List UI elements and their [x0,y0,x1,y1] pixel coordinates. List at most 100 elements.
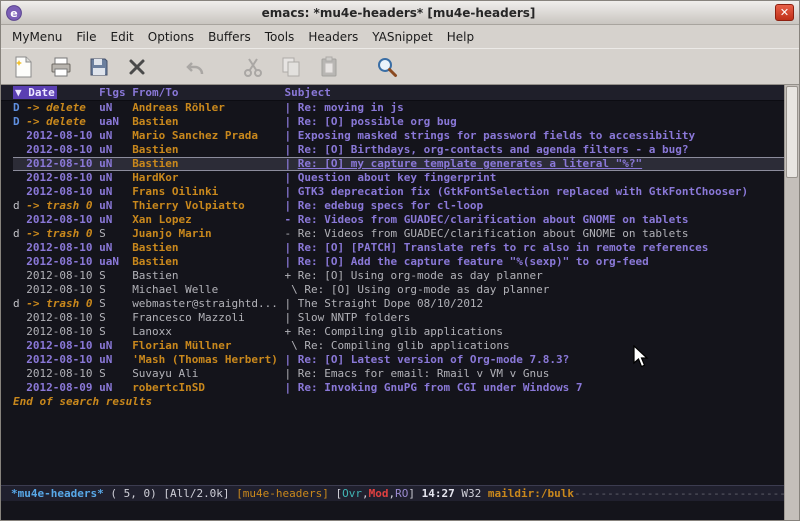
menu-tools[interactable]: Tools [258,28,302,46]
from-cell: HardKor [132,171,284,185]
subject-cell: \ Re: Compiling glib applications [285,339,785,353]
scrollbar-thumb[interactable] [786,86,798,178]
date-cell: -> trash 0 [26,297,99,311]
undo-button[interactable] [181,53,209,81]
from-cell: Bastien [132,269,284,283]
thread-separator: | [285,367,298,380]
subject-cell: | Re: [O] Latest version of Org-mode 7.8… [285,353,785,367]
mark-cell [13,311,26,325]
menu-yasnippet[interactable]: YASnippet [365,28,440,46]
menu-buffers[interactable]: Buffers [201,28,258,46]
close-window-button[interactable]: ✕ [775,4,794,21]
modeline-segment: ( 5, 0) [104,487,164,501]
flags-cell: uN [99,157,132,171]
modeline-segment: RO [395,487,408,501]
sort-indicator: ▼ Date [13,86,57,99]
message-row[interactable]: D-> deleteuNAndreas Röhler| Re: moving i… [13,101,784,115]
new-file-icon [11,55,35,79]
headers-pane: ▼ Date Flgs From/To Subject D-> deleteuN… [1,85,784,485]
print-button[interactable] [47,53,75,81]
mark-cell [13,283,26,297]
from-cell: Bastien [132,115,284,129]
subject-cell: - Re: Videos from GUADEC/clarification a… [285,213,785,227]
subject-cell: | Re: edebug specs for cl-loop [285,199,785,213]
new-file-button[interactable] [9,53,37,81]
modeline-segment: Mod [369,487,389,501]
from-cell: webmaster@straightd... [132,297,284,311]
column-header-subject[interactable]: Subject [285,86,331,100]
from-cell: Frans Oilinki [132,185,284,199]
date-cell: 2012-08-10 [26,269,99,283]
from-cell: Thierry Volpiatto [132,199,284,213]
menu-mymenu[interactable]: MyMenu [5,28,69,46]
minibuffer[interactable] [1,501,799,520]
subject-cell: | Slow NNTP folders [285,311,785,325]
subject-text: Re: Compiling glib applications [298,325,503,338]
paste-button[interactable] [315,53,343,81]
message-row[interactable]: 2012-08-10uNBastien| Re: [O] my capture … [13,157,784,171]
message-row[interactable]: 2012-08-10uNFlorian Müllner \ Re: Compil… [13,339,784,353]
menu-file[interactable]: File [69,28,103,46]
message-row[interactable]: 2012-08-10uNHardKor| Question about key … [13,171,784,185]
from-cell: Florian Müllner [132,339,284,353]
message-row[interactable]: d-> trash 0SJuanjo Marin- Re: Videos fro… [13,227,784,241]
column-header-flags[interactable]: Flgs [99,86,132,100]
date-cell: 2012-08-10 [26,339,99,353]
mark-cell [13,157,26,171]
modeline-segment: [ [336,487,343,501]
message-row[interactable]: 2012-08-10uNMario Sanchez Prada| Exposin… [13,129,784,143]
subject-text: Re: [O] [PATCH] Translate refs to rc als… [298,241,709,254]
message-row[interactable]: 2012-08-10uNBastien| Re: [O] [PATCH] Tra… [13,241,784,255]
search-button[interactable] [373,53,401,81]
menu-edit[interactable]: Edit [104,28,141,46]
mark-cell [13,213,26,227]
from-cell: robertcInSD [132,381,284,395]
message-row[interactable]: 2012-08-10SBastien+ Re: [O] Using org-mo… [13,269,784,283]
date-cell: 2012-08-10 [26,255,99,269]
message-row[interactable]: 2012-08-10uNFrans Oilinki| GTK3 deprecat… [13,185,784,199]
menu-headers[interactable]: Headers [301,28,365,46]
thread-separator: | [285,255,298,268]
menu-options[interactable]: Options [141,28,201,46]
message-row[interactable]: 2012-08-10SFrancesco Mazzoli| Slow NNTP … [13,311,784,325]
subject-text: Re: [O] Using org-mode as day planner [304,283,549,296]
message-row[interactable]: 2012-08-10SLanoxx+ Re: Compiling glib ap… [13,325,784,339]
flags-cell: uN [99,185,132,199]
mark-cell [13,353,26,367]
message-row[interactable]: 2012-08-10uaNBastien| Re: [O] Add the ca… [13,255,784,269]
date-cell: 2012-08-10 [26,213,99,227]
subject-cell: | Re: [O] my capture template generates … [285,157,785,171]
date-cell: 2012-08-10 [26,311,99,325]
message-row[interactable]: d-> trash 0Swebmaster@straightd...| The … [13,297,784,311]
cut-button[interactable] [239,53,267,81]
column-header-from[interactable]: From/To [132,86,284,100]
message-row[interactable]: 2012-08-10uNBastien| Re: [O] Birthdays, … [13,143,784,157]
message-row[interactable]: 2012-08-10uN'Mash (Thomas Herbert)| Re: … [13,353,784,367]
date-cell: -> delete [26,115,99,129]
flags-cell: uN [99,199,132,213]
copy-button[interactable] [277,53,305,81]
close-buffer-button[interactable] [123,53,151,81]
date-cell: 2012-08-10 [26,241,99,255]
subject-cell: | Re: Invoking GnuPG from CGI under Wind… [285,381,785,395]
message-row[interactable]: D-> deleteuaNBastien| Re: [O] possible o… [13,115,784,129]
search-icon [375,55,399,79]
message-row[interactable]: d-> trash 0uNThierry Volpiatto| Re: edeb… [13,199,784,213]
menu-help[interactable]: Help [440,28,481,46]
message-row[interactable]: 2012-08-10uNXan Lopez- Re: Videos from G… [13,213,784,227]
save-button[interactable] [85,53,113,81]
flags-cell: uN [99,129,132,143]
column-header-date[interactable]: ▼ Date [13,86,99,100]
scrollbar[interactable] [784,85,799,520]
message-list: D-> deleteuNAndreas Röhler| Re: moving i… [1,101,784,395]
message-row[interactable]: 2012-08-10SMichael Welle \ Re: [O] Using… [13,283,784,297]
flags-cell: uN [99,101,132,115]
modeline-segment: ] [408,487,421,501]
close-icon: ✕ [780,6,789,19]
subject-cell: | Re: moving in js [285,101,785,115]
message-row[interactable]: 2012-08-09uNrobertcInSD| Re: Invoking Gn… [13,381,784,395]
subject-cell: \ Re: [O] Using org-mode as day planner [285,283,785,297]
message-row[interactable]: 2012-08-10SSuvayu Ali| Re: Emacs for ema… [13,367,784,381]
titlebar[interactable]: e emacs: *mu4e-headers* [mu4e-headers] ✕ [1,1,799,25]
subject-text: Question about key fingerprint [298,171,497,184]
